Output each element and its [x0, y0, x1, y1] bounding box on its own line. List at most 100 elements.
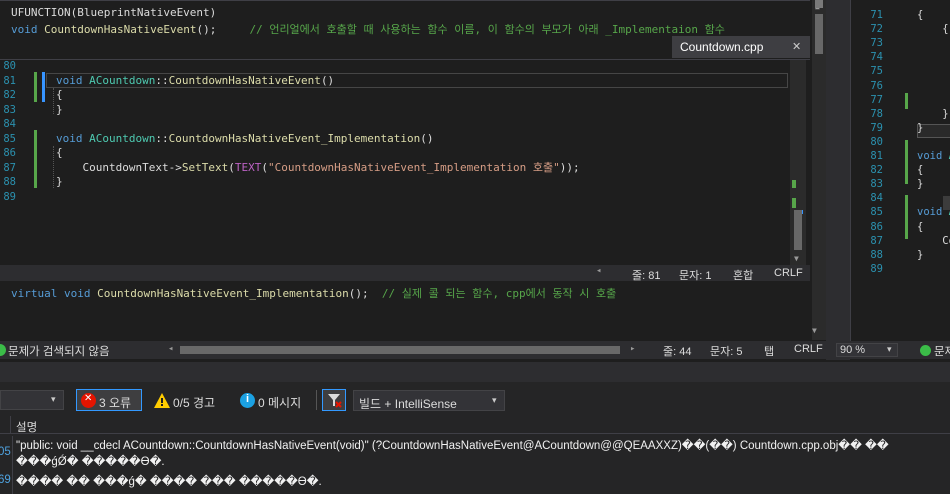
panel-header-strip — [0, 362, 950, 382]
code-text: } — [917, 107, 949, 120]
chevron-down-icon: ▾ — [51, 394, 56, 404]
table-row[interactable]: 69 ���� �� ���ǵ� ���� ��� �����ϴ�. — [0, 470, 950, 494]
line-number: 79 — [870, 121, 883, 134]
code-line[interactable]: 74 Ge — [851, 50, 950, 65]
close-icon[interactable]: ✕ — [792, 40, 801, 53]
code-line[interactable]: 86 { — [851, 220, 950, 235]
code-line[interactable]: 83} — [0, 103, 790, 118]
column-header-description[interactable]: 설명 — [16, 419, 37, 435]
error-code[interactable]: 69 — [0, 474, 11, 486]
scroll-down-arrow-icon[interactable]: ▼ — [812, 326, 817, 335]
pane-splitter[interactable] — [826, 0, 850, 360]
code-text: } — [56, 103, 63, 118]
code-line[interactable]: 82 { — [851, 163, 950, 178]
code-line[interactable]: 84 — [851, 191, 950, 206]
code-line[interactable]: 86 { — [0, 146, 790, 161]
code-token: "CountdownHasNativeEvent_Implementation … — [267, 160, 560, 174]
status-issues[interactable]: 문제 — [934, 343, 950, 359]
scroll-down-arrow-icon[interactable]: ▼ — [794, 254, 799, 263]
error-code[interactable]: 05 — [0, 446, 11, 458]
code-line[interactable]: 82 { — [0, 88, 790, 103]
code-line[interactable]: 81 void A — [851, 149, 950, 164]
code-line[interactable]: 73 // — [851, 36, 950, 51]
code-line[interactable]: 84 — [0, 117, 790, 132]
right-editor-pane[interactable]: 71{72 {73 //74 Ge75 Co7677 Co78 }79}8081… — [850, 0, 950, 341]
code-token: void — [917, 150, 949, 162]
code-text: } — [917, 248, 924, 261]
main-editor-scrollbar[interactable]: ▼ — [790, 60, 806, 265]
code-text: CountdownText->SetText(TEXT("CountdownHa… — [56, 160, 579, 176]
code-line[interactable]: 85 void ACountdown::CountdownHasNativeEve… — [0, 132, 790, 147]
code-token: void — [56, 131, 90, 145]
code-line[interactable]: 72 { — [851, 22, 950, 37]
code-line[interactable]: 75 Co — [851, 64, 950, 79]
build-source-dropdown[interactable]: 빌드 + IntelliSense ▾ — [353, 390, 505, 411]
filter-toggle-button[interactable] — [322, 389, 346, 411]
code-line[interactable]: 71 { — [851, 8, 950, 23]
column-divider[interactable] — [10, 416, 11, 434]
status-eol[interactable]: CRLF — [794, 343, 823, 355]
line-number: 89 — [3, 190, 16, 203]
line-number: 84 — [870, 192, 883, 205]
top-editor-scrollbar[interactable]: ▲ — [812, 0, 826, 340]
code-token: SetText — [181, 160, 229, 174]
code-line[interactable]: 81 void ACountdown::CountdownHasNativeEve… — [0, 74, 790, 89]
code-line[interactable]: 80 — [851, 135, 950, 150]
code-text: Ge — [917, 50, 950, 65]
scroll-marker — [792, 198, 796, 208]
line-number: 81 — [870, 150, 883, 162]
messages-filter-button[interactable]: i 0 메시지 — [235, 389, 311, 411]
code-text: Co — [942, 234, 950, 247]
code-token: :: — [155, 73, 169, 87]
code-line[interactable]: 80 — [0, 60, 790, 74]
line-number: 80 — [3, 60, 16, 72]
horizontal-scroll-thumb[interactable] — [180, 346, 620, 354]
code-line[interactable]: 77 Co — [851, 93, 950, 108]
code-line[interactable]: 87 Co — [851, 234, 950, 249]
code-line[interactable]: 85 void A — [851, 205, 950, 220]
code-line[interactable]: 89 — [0, 190, 790, 205]
table-row[interactable]: 05 "public: void __cdecl ACountdown::Cou… — [0, 436, 950, 470]
header-editor-pane[interactable]: virtual void CountdownHasNativeEvent_Imp… — [0, 281, 810, 341]
status-tabs[interactable]: 탭 — [764, 343, 774, 359]
status-eol[interactable]: CRLF — [774, 267, 803, 279]
code-token: } — [56, 102, 63, 116]
file-tab-countdown-cpp[interactable]: Countdown.cpp ✕ — [672, 36, 810, 58]
code-line[interactable]: 83} — [851, 177, 950, 192]
scope-dropdown[interactable]: ▾ — [0, 390, 64, 410]
scroll-left-arrow-icon[interactable]: ◂ — [168, 344, 173, 354]
warning-icon — [154, 393, 170, 408]
code-line[interactable]: 88} — [0, 175, 790, 190]
errors-count: 3 오류 — [99, 396, 132, 410]
status-line[interactable]: 줄: 44 — [663, 343, 691, 359]
main-editor-pane[interactable]: 8081 void ACountdown::CountdownHasNativeE… — [0, 59, 810, 265]
keyword-virtual-void: virtual void — [11, 287, 98, 300]
code-line[interactable]: 78 } — [851, 107, 950, 122]
errors-filter-button[interactable]: ✕ 3 오류 — [76, 389, 142, 411]
scroll-thumb[interactable] — [794, 210, 802, 250]
column-divider — [12, 470, 13, 494]
scroll-marker — [792, 180, 796, 188]
line-number: 87 — [3, 161, 16, 174]
warnings-filter-button[interactable]: 0/5 경고 — [150, 389, 228, 411]
code-line[interactable]: 89 — [851, 262, 950, 277]
code-text: void A — [917, 149, 950, 164]
status-issues[interactable]: 문제가 검색되지 않음 — [8, 343, 110, 359]
zoom-dropdown[interactable]: 90 % ▾ — [836, 343, 898, 357]
code-line[interactable]: 79} — [851, 121, 950, 136]
line-number: 73 — [870, 37, 883, 50]
line-number: 86 — [3, 147, 16, 159]
code-line[interactable]: 87 CountdownText->SetText(TEXT("Countdow… — [0, 161, 790, 176]
scroll-right-arrow-icon[interactable]: ▸ — [630, 344, 635, 354]
scroll-thumb[interactable] — [815, 14, 823, 54]
code-comment: // 실제 콜 되는 함수, cpp에서 동작 시 호출 — [381, 287, 617, 300]
check-icon — [920, 345, 931, 356]
scroll-left-arrow-icon[interactable]: ◂ — [596, 266, 601, 276]
code-line[interactable]: 88} — [851, 248, 950, 263]
scroll-marker — [815, 0, 823, 8]
keyword-void: void — [11, 23, 38, 36]
status-char[interactable]: 문자: 5 — [710, 343, 742, 359]
header-editor-status-bar: 문제가 검색되지 않음 ◂ ▸ 줄: 44 문자: 5 탭 CRLF — [0, 341, 826, 359]
line-number: 89 — [870, 262, 883, 275]
code-line[interactable]: 76 — [851, 79, 950, 94]
